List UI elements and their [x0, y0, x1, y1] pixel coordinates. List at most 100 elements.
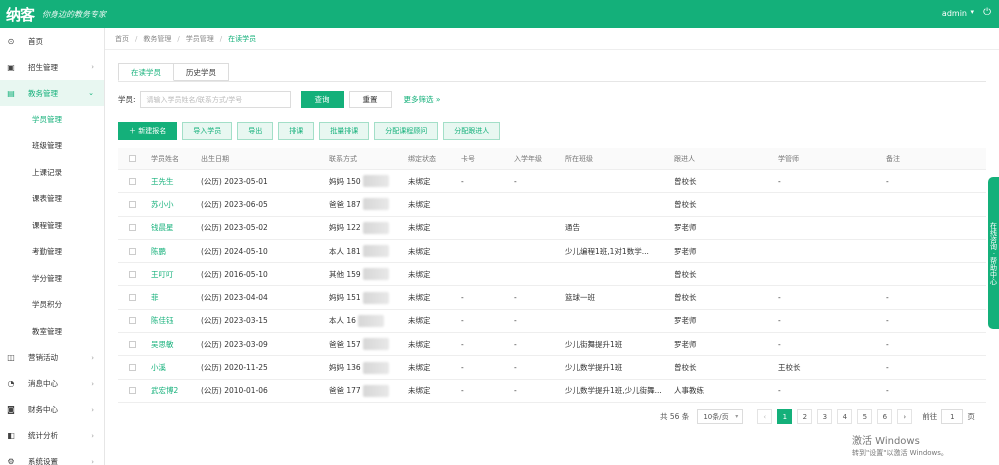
tab-history-students[interactable]: 历史学员	[174, 63, 229, 81]
breadcrumb-current: 在读学员	[228, 34, 257, 43]
row-checkbox[interactable]	[129, 200, 136, 208]
row-checkbox[interactable]	[129, 387, 136, 395]
table-cell: -	[514, 386, 517, 396]
table-cell: 通告	[565, 223, 580, 233]
page-button[interactable]: 3	[817, 409, 833, 424]
search-input[interactable]: 请输入学员姓名/联系方式/学号	[139, 91, 291, 108]
prev-page-button[interactable]: ‹	[757, 409, 773, 424]
new-enrollment-button[interactable]: ＋ 新建报名	[118, 122, 178, 140]
table-cell	[514, 193, 564, 215]
table-row[interactable]: 钱晨星 (公历) 2023-05-02 妈妈 122 未绑定 通告 罗老师	[118, 217, 986, 240]
sidebar-sub-item[interactable]: 课程管理	[0, 212, 104, 239]
table-cell: 爸爸 177	[329, 380, 409, 402]
row-checkbox[interactable]	[129, 177, 136, 185]
query-button[interactable]: 查询	[300, 91, 344, 108]
row-checkbox[interactable]	[129, 364, 136, 372]
table-header: 学员姓名 出生日期 联系方式 绑定状态 卡号 入学年级 所在班级 跟进人 学管师…	[118, 148, 986, 170]
table-cell	[461, 217, 511, 239]
reset-button[interactable]: 重置	[348, 91, 392, 108]
table-row[interactable]: 陈佳钰 (公历) 2023-03-15 本人 16 未绑定 - - 罗老师 - -	[118, 310, 986, 334]
table-cell	[778, 263, 848, 285]
breadcrumb-level-1[interactable]: 教务管理	[143, 34, 171, 44]
assign-advisor-button[interactable]: 分配课程顾问	[374, 122, 439, 140]
action-toolbar: ＋ 新建报名 导入学员 导出 排课 批量排课 分配课程顾问 分配跟进人	[118, 122, 505, 140]
import-students-button[interactable]: 导入学员	[182, 122, 233, 140]
power-icon[interactable]: ⏻	[983, 7, 991, 18]
table-cell: 未绑定	[408, 199, 431, 209]
table-cell: -	[886, 363, 889, 373]
sidebar-sub-item[interactable]: 课表管理	[0, 186, 104, 213]
sidebar-sub-item[interactable]: 学员管理	[0, 106, 104, 133]
sidebar-item-teaching[interactable]: ▤ 教务管理 ⌄	[0, 80, 104, 106]
page-button[interactable]: 5	[857, 409, 873, 424]
sidebar-item-finance[interactable]: ◙ 财务中心 ›	[0, 397, 104, 423]
column-header: 绑定状态	[408, 154, 436, 163]
page-button[interactable]: 4	[837, 409, 853, 424]
sidebar-item-message[interactable]: ◔ 消息中心 ›	[0, 371, 104, 397]
table-cell: -	[461, 176, 464, 186]
page-button[interactable]: 2	[797, 409, 813, 424]
table-cell: 未绑定	[408, 316, 431, 326]
masked-phone	[357, 314, 384, 327]
table-row[interactable]: 武宏博2 (公历) 2010-01-06 爸爸 177 未绑定 - - 少儿数学提升1班,少…	[118, 380, 986, 403]
table-row[interactable]: 菲 (公历) 2023-04-04 妈妈 151 未绑定 - - 篮球一班 曾校长 - -	[118, 286, 986, 310]
sidebar-item-label: 财务中心	[28, 405, 58, 414]
table-row[interactable]: 吴思敏 (公历) 2023-03-09 爸爸 157 未绑定 - - 少儿街舞提升1班 罗老师…	[118, 333, 986, 357]
assign-follower-button[interactable]: 分配跟进人	[443, 122, 501, 140]
sidebar-sub-item[interactable]: 上课记录	[0, 159, 104, 186]
table-cell: -	[514, 293, 517, 303]
row-checkbox[interactable]	[129, 340, 136, 348]
table-cell: (公历) 2023-06-05	[201, 199, 268, 209]
sidebar-sub-item[interactable]: 教室管理	[0, 318, 104, 345]
search-label: 学员:	[118, 95, 136, 104]
row-checkbox[interactable]	[129, 317, 136, 325]
table-row[interactable]: 小溪 (公历) 2020-11-25 妈妈 136 未绑定 - - 少儿数学提升1班 曾校长王…	[118, 356, 986, 380]
masked-phone	[362, 245, 389, 258]
table-cell	[565, 193, 673, 215]
breadcrumb-level-2[interactable]: 学员管理	[186, 34, 214, 44]
batch-schedule-button[interactable]: 批量排课	[319, 122, 370, 140]
pagination: 共 56 条 10条/页 ▾ ‹ 1 2 3 4 5 6 › 前往 1 页	[660, 409, 975, 424]
next-page-button[interactable]: ›	[897, 409, 913, 424]
more-filters-link[interactable]: 更多筛选 »	[404, 94, 441, 105]
goto-page-input[interactable]: 1	[941, 409, 964, 424]
sidebar-item-home[interactable]: ⊙ 首页	[0, 28, 104, 54]
table-cell	[461, 263, 511, 285]
page-size-select[interactable]: 10条/页 ▾	[697, 409, 744, 424]
row-checkbox[interactable]	[129, 294, 136, 302]
sidebar-sub-item[interactable]: 学员积分	[0, 292, 104, 319]
sidebar-item-label: 教务管理	[28, 88, 58, 98]
table-cell: -	[886, 293, 889, 303]
tab-current-students[interactable]: 在读学员	[118, 63, 174, 81]
schedule-button[interactable]: 排课	[278, 122, 315, 140]
sidebar-sub-item[interactable]: 班级管理	[0, 133, 104, 160]
table-row[interactable]: 苏小小 (公历) 2023-06-05 爸爸 187 未绑定 曾校长	[118, 193, 986, 217]
table-row[interactable]: 陈鹏 (公历) 2024-05-10 本人 181 未绑定 少儿编程1班,1对1数学..…	[118, 240, 986, 264]
page-button[interactable]: 1	[777, 409, 793, 424]
table-row[interactable]: 王叮叮 (公历) 2016-05-10 其他 159 未绑定 曾校长	[118, 263, 986, 287]
sidebar-item-marketing[interactable]: ◫ 营销活动 ›	[0, 345, 104, 371]
sidebar-item-stats[interactable]: ◧ 统计分析 ›	[0, 423, 104, 449]
sidebar-item-recruit[interactable]: ▣ 招生管理 ›	[0, 54, 104, 80]
export-button[interactable]: 导出	[237, 122, 274, 140]
breadcrumb-home[interactable]: 首页	[115, 34, 129, 44]
floating-help-tab[interactable]: 在线咨询 · 帮助中心	[988, 177, 999, 329]
table-cell: 曾校长	[674, 363, 697, 373]
masked-phone	[362, 268, 389, 281]
user-menu[interactable]: admin	[942, 9, 967, 18]
row-checkbox[interactable]	[129, 270, 136, 278]
chevron-down-icon[interactable]: ▾	[970, 8, 974, 16]
sidebar-sub-item[interactable]: 学分管理	[0, 265, 104, 292]
sidebar-sub-item[interactable]: 考勤管理	[0, 239, 104, 266]
brand-logo[interactable]: 纳客	[0, 4, 35, 25]
column-header: 跟进人	[674, 154, 695, 163]
chevron-down-icon: ▾	[735, 413, 739, 420]
table-row[interactable]: 王先生 (公历) 2023-05-01 妈妈 150 未绑定 - - 曾校长 - -	[118, 170, 986, 194]
table-cell	[565, 310, 673, 332]
row-checkbox[interactable]	[129, 247, 136, 255]
table-cell: 人事教练	[674, 386, 704, 396]
sidebar-item-settings[interactable]: ⚙ 系统设置 ›	[0, 449, 104, 465]
page-button[interactable]: 6	[877, 409, 893, 424]
select-all-checkbox[interactable]	[129, 155, 136, 162]
row-checkbox[interactable]	[129, 224, 136, 232]
